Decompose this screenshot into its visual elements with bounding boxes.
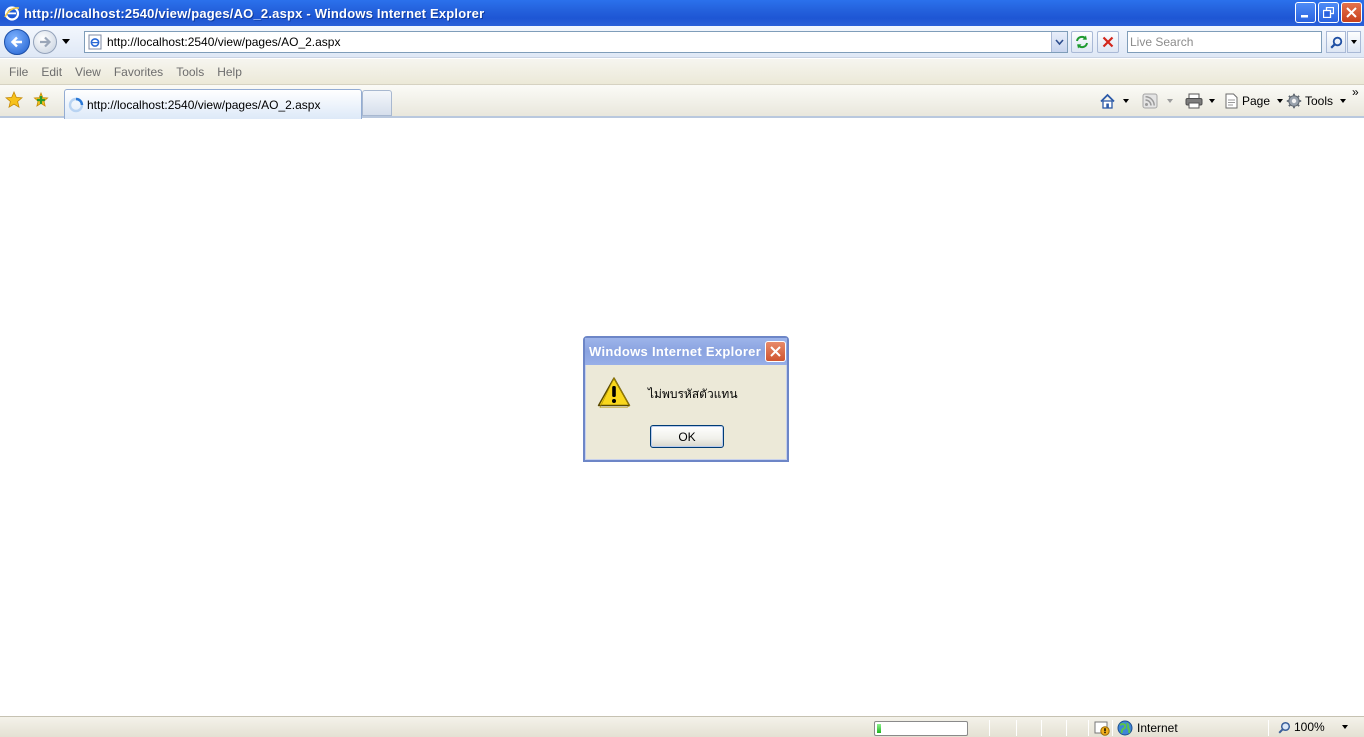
chevron-down-icon: [1055, 38, 1064, 45]
more-commands-icon[interactable]: »: [1352, 85, 1359, 99]
favorites-center-button[interactable]: [5, 91, 23, 109]
window-title: http://localhost:2540/view/pages/AO_2.as…: [24, 5, 485, 21]
menu-bar: File Edit View Favorites Tools Help: [0, 59, 1364, 85]
menu-tools[interactable]: Tools: [170, 63, 210, 81]
zone-label: Internet: [1137, 721, 1178, 735]
search-input[interactable]: [1127, 31, 1322, 53]
rss-feed-icon: [1142, 93, 1158, 109]
print-button[interactable]: [1185, 92, 1215, 110]
tools-menu-button[interactable]: Tools: [1286, 92, 1347, 110]
home-button[interactable]: [1099, 92, 1129, 110]
menu-file[interactable]: File: [3, 63, 34, 81]
restore-icon: [1323, 7, 1334, 18]
home-dropdown-caret[interactable]: [1123, 99, 1129, 103]
add-favorite-icon: [33, 91, 49, 107]
status-divider: [989, 720, 990, 736]
close-window-button[interactable]: [1341, 2, 1362, 23]
forward-button[interactable]: [33, 30, 57, 54]
search-button[interactable]: [1326, 31, 1346, 53]
ie-logo-icon: [4, 6, 20, 21]
refresh-icon: [1076, 35, 1088, 49]
status-bar: Internet 100%: [0, 716, 1364, 737]
dialog-title: Windows Internet Explorer: [585, 338, 787, 365]
page-menu-button[interactable]: Page: [1224, 92, 1284, 110]
zoom-icon: [1278, 721, 1291, 734]
stop-icon: [1102, 36, 1114, 48]
menu-view[interactable]: View: [69, 63, 107, 81]
address-dropdown-button[interactable]: [1051, 32, 1067, 52]
ie-page-icon: [88, 34, 102, 50]
arrow-left-icon: [10, 36, 22, 48]
status-divider: [1066, 720, 1067, 736]
page-menu-label: Page: [1242, 94, 1271, 108]
ok-button[interactable]: OK: [650, 425, 724, 448]
close-icon: [770, 346, 781, 357]
new-tab-button[interactable]: [362, 90, 392, 116]
page-icon: [1225, 93, 1238, 109]
dialog-message: ไม่พบรหัสตัวแทน: [648, 387, 738, 401]
menu-help[interactable]: Help: [211, 63, 248, 81]
recent-pages-dropdown[interactable]: [61, 35, 71, 47]
address-bar[interactable]: http://localhost:2540/view/pages/AO_2.as…: [84, 31, 1068, 53]
security-zone[interactable]: Internet: [1117, 720, 1178, 736]
menu-edit[interactable]: Edit: [35, 63, 68, 81]
status-divider: [1268, 720, 1269, 736]
search-options-button[interactable]: [1347, 31, 1361, 53]
dialog-close-button[interactable]: [765, 341, 786, 362]
menu-favorites[interactable]: Favorites: [108, 63, 169, 81]
status-divider: [1112, 720, 1113, 736]
feeds-dropdown-caret[interactable]: [1167, 99, 1173, 103]
navigation-bar: http://localhost:2540/view/pages/AO_2.as…: [0, 26, 1364, 58]
back-button[interactable]: [4, 29, 30, 55]
zoom-dropdown-caret: [1341, 725, 1348, 729]
globe-icon: [1117, 720, 1133, 736]
close-icon: [1346, 7, 1357, 18]
loading-icon: [68, 97, 84, 112]
refresh-button[interactable]: [1071, 31, 1093, 53]
tools-dropdown-caret: [1340, 99, 1347, 103]
restore-button[interactable]: [1318, 2, 1339, 23]
feeds-button[interactable]: [1142, 92, 1173, 110]
arrow-right-icon: [40, 36, 52, 48]
home-icon: [1100, 93, 1115, 109]
warning-icon: [597, 377, 631, 408]
alert-dialog: Windows Internet Explorer ไม่พบรหัสตัวแท…: [583, 336, 789, 462]
minimize-icon: [1301, 15, 1308, 18]
minimize-button[interactable]: [1295, 2, 1316, 23]
stop-button[interactable]: [1097, 31, 1119, 53]
search-icon: [1329, 36, 1342, 49]
page-dropdown-caret: [1277, 99, 1284, 103]
caret-down-icon: [1351, 40, 1357, 44]
progress-fill: [877, 724, 881, 733]
status-divider: [1088, 720, 1089, 736]
tools-menu-label: Tools: [1305, 94, 1334, 108]
zoom-control[interactable]: 100%: [1278, 720, 1348, 734]
address-url[interactable]: http://localhost:2540/view/pages/AO_2.as…: [107, 35, 1051, 49]
print-dropdown-caret[interactable]: [1209, 99, 1215, 103]
star-icon: [5, 91, 23, 109]
protected-mode-icon[interactable]: [1094, 720, 1110, 736]
status-divider: [1016, 720, 1017, 736]
title-bar: http://localhost:2540/view/pages/AO_2.as…: [0, 0, 1364, 26]
tab-active[interactable]: http://localhost:2540/view/pages/AO_2.as…: [64, 89, 362, 119]
printer-icon: [1185, 93, 1203, 109]
zoom-label: 100%: [1294, 720, 1325, 734]
status-divider: [1041, 720, 1042, 736]
progress-bar: [874, 721, 968, 736]
tab-label: http://localhost:2540/view/pages/AO_2.as…: [87, 97, 321, 112]
add-to-favorites-button[interactable]: [32, 91, 50, 109]
tab-bar: http://localhost:2540/view/pages/AO_2.as…: [0, 85, 1364, 119]
gear-icon: [1286, 93, 1302, 109]
